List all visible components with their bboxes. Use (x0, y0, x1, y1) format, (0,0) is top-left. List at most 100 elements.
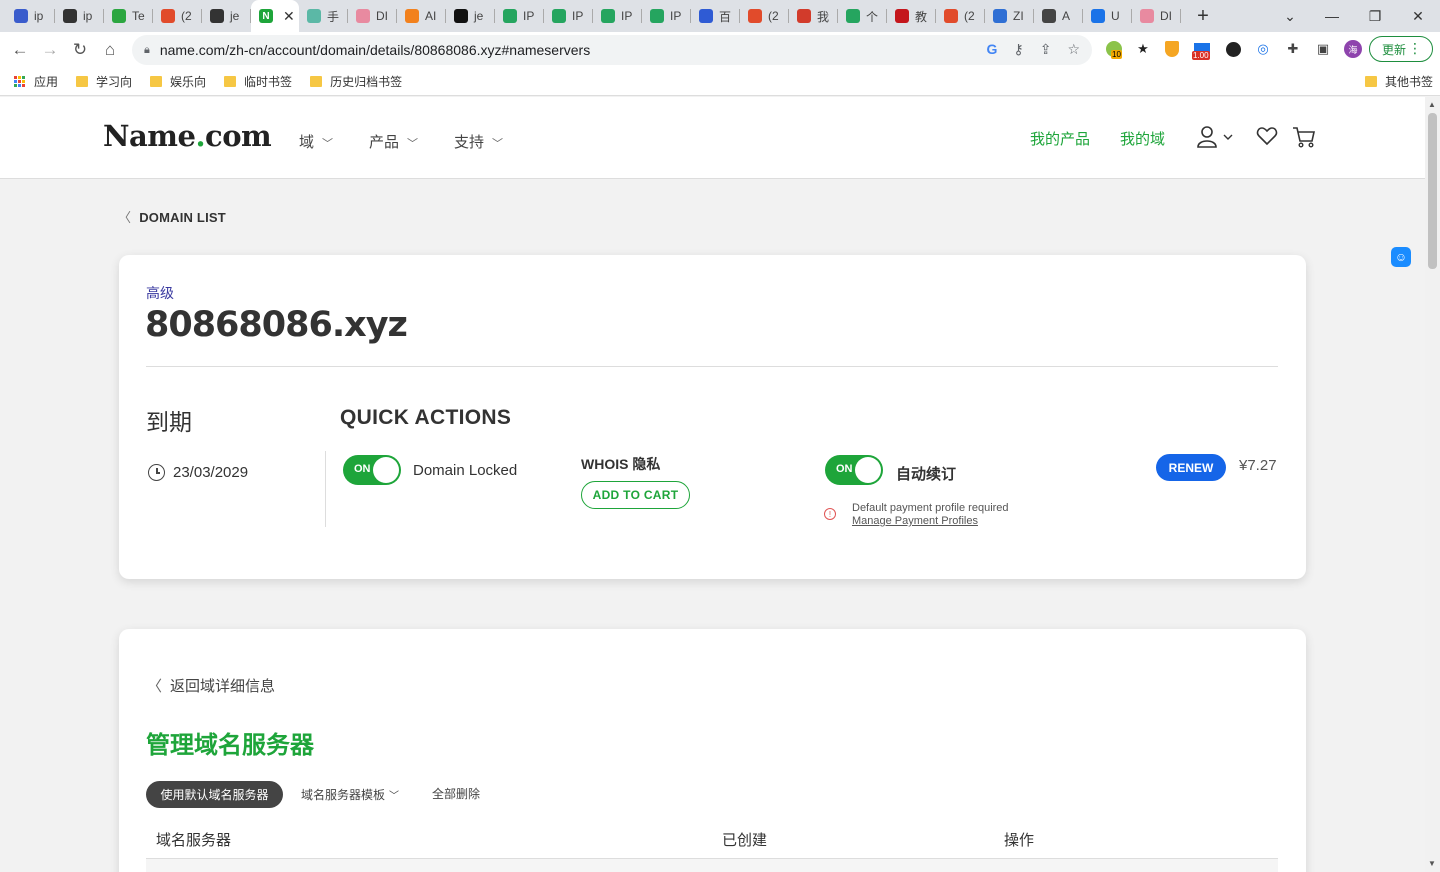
sidebar-icon[interactable]: ▣ (1313, 39, 1333, 59)
window-close-button[interactable]: ✕ (1396, 0, 1440, 32)
tab-label: IP (621, 9, 633, 23)
browser-tab[interactable]: 百 (691, 0, 740, 32)
tab-label: (2 (964, 9, 975, 23)
nav-label: 产品 (369, 134, 400, 151)
scrollbar-thumb[interactable] (1428, 113, 1437, 269)
minimize-button[interactable]: — (1310, 0, 1354, 32)
site-logo[interactable]: Name.com (103, 119, 272, 153)
shield-extension-icon[interactable] (1162, 39, 1182, 59)
browser-tab[interactable]: je (446, 0, 495, 32)
manage-payment-link[interactable]: Manage Payment Profiles (852, 515, 978, 527)
browser-tab[interactable]: DI (348, 0, 397, 32)
renew-button[interactable]: RENEW (1156, 454, 1226, 481)
back-to-details-label: 返回域详细信息 (170, 678, 276, 695)
toggle-label: ON (354, 463, 371, 475)
support-chat-icon[interactable]: ☺ (1391, 247, 1411, 267)
folder-icon (310, 76, 323, 87)
expiry-date-value: 23/03/2029 (173, 464, 249, 481)
nav-products[interactable]: 产品 ﹀ (369, 131, 418, 152)
update-button[interactable]: 更新 ⋮ (1369, 36, 1433, 62)
avatar[interactable]: 海 (1343, 39, 1363, 59)
browser-tab[interactable]: IP (642, 0, 691, 32)
domain-list-link[interactable]: 〈 DOMAIN LIST (118, 207, 226, 226)
browser-tab[interactable]: ZI (985, 0, 1034, 32)
browser-tab[interactable]: ip (55, 0, 104, 32)
expiry-title: 到期 (146, 409, 192, 435)
browser-tab[interactable]: IP (593, 0, 642, 32)
browser-tab[interactable]: (2 (936, 0, 985, 32)
back-arrow-icon[interactable]: ← (5, 35, 35, 65)
new-tab-button[interactable]: + (1191, 5, 1215, 28)
price-extension-icon[interactable]: 1.00 (1192, 39, 1212, 60)
tab-close-icon[interactable]: ✕ (283, 8, 295, 25)
use-default-nameservers-button[interactable]: 使用默认域名服务器 (146, 781, 283, 808)
bookmark-label: 其他书签 (1385, 75, 1434, 89)
bookmark-star-icon[interactable]: ☆ (1067, 41, 1080, 58)
info-extension-icon[interactable] (1223, 39, 1243, 59)
my-products-link[interactable]: 我的产品 (1030, 128, 1090, 149)
browser-tab[interactable]: IP (544, 0, 593, 32)
nav-support[interactable]: 支持 ﹀ (454, 131, 503, 152)
address-bar[interactable]: 🔒︎ name.com/zh-cn/account/domain/details… (132, 35, 1092, 65)
browser-tab[interactable]: IP (495, 0, 544, 32)
delete-all-button[interactable]: 全部删除 (432, 785, 480, 802)
mail-extension-icon[interactable]: 10 (1104, 39, 1124, 59)
browser-tab[interactable]: ip (6, 0, 55, 32)
bookmark-folder-study[interactable]: 学习向 (76, 73, 132, 90)
bookmark-apps[interactable]: 应用 (14, 73, 58, 90)
browser-tab[interactable]: Te (104, 0, 153, 32)
browser-tab[interactable]: 教 (887, 0, 936, 32)
scroll-down-icon[interactable]: ▼ (1428, 859, 1436, 868)
google-translate-icon[interactable]: G (987, 41, 998, 58)
tab-favicon-icon (1042, 9, 1056, 23)
tab-favicon-icon (944, 9, 958, 23)
auto-renew-toggle[interactable]: ON (825, 455, 883, 485)
chevron-left-icon: 〈 (118, 210, 132, 225)
nav-domains[interactable]: 域 ﹀ (299, 131, 333, 152)
heart-icon[interactable] (1256, 125, 1278, 153)
reload-icon[interactable]: ↻ (65, 35, 95, 65)
tab-label: ip (34, 9, 44, 23)
cart-icon[interactable] (1292, 125, 1316, 155)
forward-arrow-icon[interactable]: → (35, 35, 65, 65)
puzzle-icon[interactable]: ✚ (1283, 39, 1303, 59)
star-extension-icon[interactable]: ★ (1133, 39, 1153, 59)
restore-button[interactable]: ❐ (1353, 0, 1397, 32)
back-to-details-link[interactable]: 〈返回域详细信息 (147, 675, 275, 696)
browser-tab[interactable]: AI (397, 0, 446, 32)
tab-label: IP (670, 9, 682, 23)
browser-tab[interactable]: 手 (299, 0, 348, 32)
browser-tab[interactable]: je (202, 0, 251, 32)
chat-extension-icon[interactable]: ◎ (1253, 39, 1273, 59)
browser-tab-active[interactable]: N ✕ (251, 0, 299, 32)
share-icon[interactable]: ⇪ (1040, 41, 1052, 58)
tab-favicon-icon (14, 9, 28, 23)
home-icon[interactable]: ⌂ (95, 35, 125, 65)
bookmark-folder-other[interactable]: 其他书签 (1365, 73, 1433, 90)
bookmark-folder-temp[interactable]: 临时书签 (224, 73, 292, 90)
page-scrollbar[interactable]: ▲ ▼ (1425, 97, 1440, 872)
user-icon[interactable] (1197, 125, 1235, 155)
bookmark-folder-fun[interactable]: 娱乐向 (150, 73, 206, 90)
nameserver-template-dropdown[interactable]: 域名服务器模板 ﹀ (301, 786, 399, 803)
browser-tab[interactable]: A (1034, 0, 1083, 32)
browser-tab[interactable]: 我 (789, 0, 838, 32)
tab-search-button[interactable]: ⌄ (1268, 0, 1312, 32)
browser-tab[interactable]: U (1083, 0, 1132, 32)
scroll-up-icon[interactable]: ▲ (1428, 100, 1436, 109)
tab-label: DI (1160, 9, 1172, 23)
domain-lock-toggle[interactable]: ON (343, 455, 401, 485)
tab-label: 手 (327, 9, 340, 24)
domain-name: 80868086.xyz (145, 305, 408, 345)
key-icon[interactable]: ⚷ (1013, 41, 1023, 58)
tab-label: IP (572, 9, 584, 23)
browser-tab[interactable]: DI (1132, 0, 1181, 32)
add-to-cart-button[interactable]: ADD TO CART (581, 481, 690, 509)
my-domains-link[interactable]: 我的域 (1120, 128, 1165, 149)
browser-tab[interactable]: 个 (838, 0, 887, 32)
browser-tab[interactable]: (2 (740, 0, 789, 32)
bookmark-folder-archive[interactable]: 历史归档书签 (310, 73, 402, 90)
browser-tab[interactable]: (2 (153, 0, 202, 32)
column-header-created: 已创建 (722, 832, 768, 849)
divider (325, 451, 326, 527)
